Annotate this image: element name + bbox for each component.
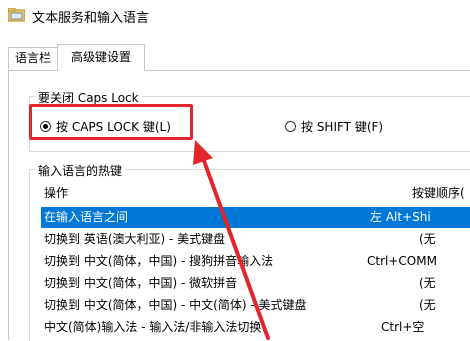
tab-advanced-key-settings[interactable]: 高级键设置 bbox=[57, 44, 145, 71]
